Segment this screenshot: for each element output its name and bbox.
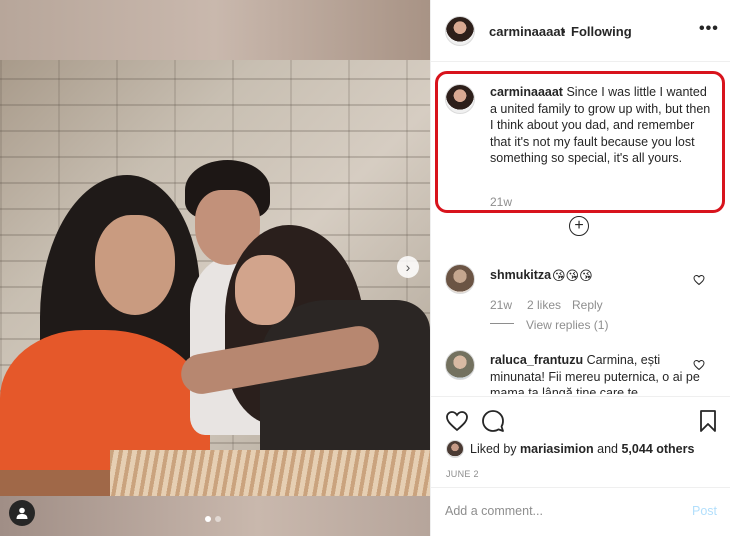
comment-reply-button[interactable]: Reply — [572, 298, 603, 312]
liked-by-user[interactable]: mariasimion — [520, 442, 594, 456]
girl-face — [235, 255, 295, 325]
post-header: carminaaaat • Following ••• — [431, 0, 730, 62]
comment-block: raluca_frantuzu Carmina, ești minunata! … — [490, 352, 704, 394]
comment-text: 😘😘😘 — [552, 268, 593, 283]
user-tag-icon — [16, 507, 28, 519]
comment-timestamp[interactable]: 21w — [490, 298, 512, 312]
add-comment-bar: Post — [431, 487, 730, 536]
post-actions: Liked by mariasimion and 5,044 others JU… — [431, 396, 730, 536]
more-options-icon[interactable]: ••• — [699, 20, 719, 38]
post-date[interactable]: JUNE 2 — [446, 469, 479, 479]
caption-timestamp[interactable]: 21w — [490, 195, 512, 209]
liked-by-text: Liked by mariasimion and 5,044 others — [470, 442, 694, 456]
likes-count-button[interactable]: 5,044 others — [621, 442, 694, 456]
heart-icon[interactable] — [445, 409, 469, 433]
comment-heart-icon[interactable] — [693, 274, 705, 286]
author-avatar[interactable] — [445, 16, 475, 46]
plus-icon: + — [574, 217, 584, 234]
caption-author-avatar[interactable] — [445, 84, 475, 114]
author-username[interactable]: carminaaaat — [489, 24, 565, 39]
woman-face — [95, 215, 175, 315]
following-button[interactable]: Following — [571, 24, 632, 39]
chevron-right-icon: › — [405, 259, 411, 275]
post-comment-button[interactable]: Post — [692, 504, 717, 518]
carousel-dot-2 — [215, 516, 221, 522]
liked-by-middle: and — [593, 442, 622, 456]
caption-text: carminaaaat Since I was little I wanted … — [490, 84, 712, 167]
comment-avatar[interactable] — [445, 264, 475, 294]
load-more-comments-button[interactable]: + — [569, 216, 589, 236]
carousel-indicator — [205, 516, 221, 522]
comment-username[interactable]: raluca_frantuzu — [490, 353, 583, 367]
caption-username[interactable]: carminaaaat — [490, 85, 563, 99]
bamboo-mat — [110, 450, 430, 500]
view-replies-button[interactable]: View replies (1) — [526, 318, 608, 332]
bookmark-icon[interactable] — [696, 409, 720, 433]
liked-by-prefix: Liked by — [470, 442, 521, 456]
liked-by-avatar[interactable] — [446, 440, 464, 458]
photo-backdrop-top — [0, 0, 430, 60]
comment-icon[interactable] — [481, 409, 505, 433]
tagged-users-button[interactable] — [9, 500, 35, 526]
carousel-next-button[interactable]: › — [397, 256, 419, 278]
carousel-dot-1 — [205, 516, 211, 522]
post-media: › — [0, 0, 430, 536]
comment-heart-icon[interactable] — [693, 359, 705, 371]
comment-input[interactable] — [445, 504, 665, 518]
header-separator: • — [561, 24, 566, 39]
view-replies-line — [490, 323, 514, 324]
comment-username[interactable]: shmukitza — [490, 268, 551, 282]
comment-avatar[interactable] — [445, 350, 475, 380]
post-sidebar: carminaaaat • Following ••• carminaaaat … — [430, 0, 730, 536]
comment-likes[interactable]: 2 likes — [527, 298, 561, 312]
